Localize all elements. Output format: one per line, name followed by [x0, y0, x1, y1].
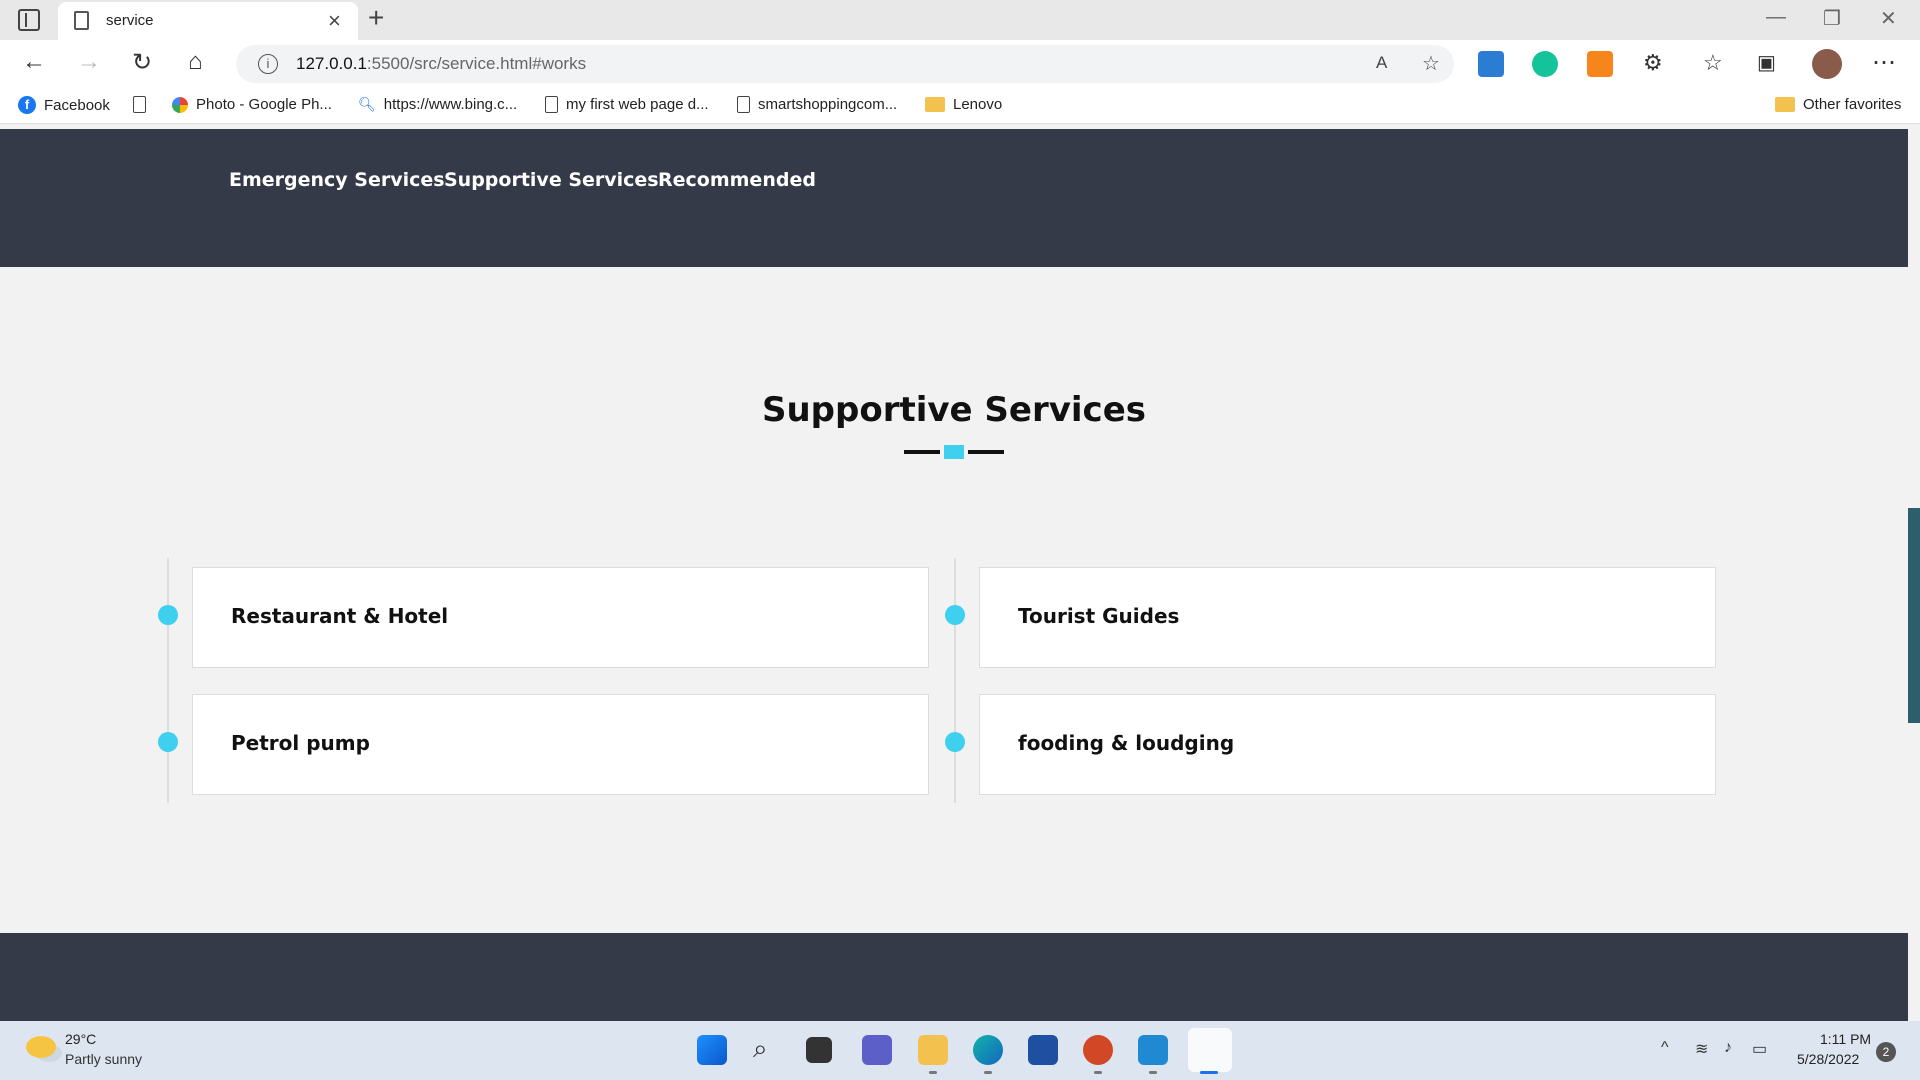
scrollbar-thumb[interactable]: [1908, 508, 1920, 723]
page-icon: [545, 96, 558, 113]
running-indicator: [984, 1071, 992, 1074]
volume-icon[interactable]: ♪: [1724, 1039, 1732, 1057]
page-icon: [133, 96, 146, 113]
timeline-bullet: [945, 732, 965, 752]
tab-strip: service × + — ❐ ✕: [0, 0, 1920, 40]
extension-icon[interactable]: [1478, 51, 1504, 77]
search-icon[interactable]: ⌕: [753, 1033, 768, 1065]
restore-button[interactable]: ❐: [1823, 6, 1841, 31]
grammarly-icon[interactable]: [1532, 51, 1558, 77]
timeline-bullet: [945, 605, 965, 625]
timeline-bullet: [158, 605, 178, 625]
bookmark-page[interactable]: [133, 96, 146, 113]
close-window-button[interactable]: ✕: [1880, 6, 1897, 31]
service-label: Restaurant & Hotel: [231, 604, 449, 628]
read-aloud-icon[interactable]: A: [1376, 53, 1387, 73]
service-label: fooding & loudging: [1018, 731, 1235, 755]
more-menu-icon[interactable]: ⋯: [1872, 48, 1896, 77]
bookmark-first-web-page[interactable]: my first web page d...: [545, 96, 709, 113]
bookmarks-bar: f Facebook Photo - Google Ph... 🔍︎ https:/…: [0, 88, 1920, 124]
active-tab[interactable]: service ×: [58, 2, 358, 40]
add-favorite-icon[interactable]: ☆: [1422, 51, 1440, 76]
store-icon[interactable]: [1028, 1035, 1058, 1065]
start-icon[interactable]: [697, 1035, 727, 1065]
back-button[interactable]: ←: [22, 48, 46, 76]
address-bar-row: ← → ↻ ⌂ i 127.0.0.1:5500/src/service.htm…: [0, 40, 1920, 88]
folder-icon: [925, 97, 945, 112]
new-tab-button[interactable]: +: [368, 2, 384, 34]
vscode-icon[interactable]: [1138, 1035, 1168, 1065]
bookmark-facebook[interactable]: f Facebook: [18, 96, 110, 114]
file-explorer-icon[interactable]: [918, 1035, 948, 1065]
service-card-petrol-pump[interactable]: Petrol pump: [192, 694, 929, 795]
bookmark-smartshopping[interactable]: smartshoppingcom...: [737, 96, 897, 113]
bookmark-lenovo[interactable]: Lenovo: [925, 96, 1002, 113]
snipping-tool-icon[interactable]: [1188, 1028, 1232, 1072]
minimize-button[interactable]: —: [1766, 6, 1786, 29]
running-indicator: [929, 1071, 937, 1074]
task-view-icon[interactable]: [806, 1037, 832, 1063]
service-card-restaurant-hotel[interactable]: Restaurant & Hotel: [192, 567, 929, 668]
page-icon: [737, 96, 750, 113]
notification-badge[interactable]: 2: [1876, 1042, 1896, 1062]
timeline-line-right: [954, 558, 956, 803]
nav-supportive-services[interactable]: Supportive Services: [444, 169, 659, 191]
bookmark-bing[interactable]: 🔍︎ https://www.bing.c...: [358, 96, 517, 113]
service-label: Petrol pump: [231, 731, 370, 755]
tab-title: service: [106, 12, 154, 29]
timeline-bullet: [158, 732, 178, 752]
avatar[interactable]: [1812, 49, 1842, 79]
other-favorites[interactable]: Other favorites: [1775, 96, 1901, 113]
battery-icon[interactable]: ▭: [1752, 1039, 1767, 1059]
weather-icon[interactable]: [26, 1036, 56, 1058]
nav-emergency-services[interactable]: Emergency Services: [229, 169, 445, 191]
folder-icon: [1775, 97, 1795, 112]
weather-temperature[interactable]: 29°C: [65, 1031, 96, 1047]
title-divider-dot: [944, 445, 964, 459]
site-footer: [0, 933, 1908, 1021]
teams-icon[interactable]: [862, 1035, 892, 1065]
facebook-icon: f: [18, 96, 36, 114]
search-icon: 🔍︎: [358, 96, 376, 112]
info-icon[interactable]: i: [258, 54, 278, 74]
wifi-icon[interactable]: ≋: [1695, 1039, 1708, 1059]
clock-date[interactable]: 5/28/2022: [1797, 1051, 1859, 1067]
active-indicator: [1200, 1071, 1218, 1074]
metamask-icon[interactable]: [1587, 51, 1613, 77]
site-navbar: Emergency Services Supportive Services R…: [0, 129, 1908, 267]
weather-description[interactable]: Partly sunny: [65, 1051, 142, 1067]
section-title: Supportive Services: [761, 390, 1147, 430]
chevron-up-icon[interactable]: ^: [1661, 1039, 1669, 1057]
bookmark-google-photos[interactable]: Photo - Google Ph...: [172, 96, 332, 113]
running-indicator: [1094, 1071, 1102, 1074]
service-label: Tourist Guides: [1018, 604, 1180, 628]
title-divider-left: [904, 450, 940, 454]
favorites-icon[interactable]: ☆: [1703, 50, 1723, 76]
tab-actions-icon[interactable]: [18, 9, 40, 31]
powerpoint-icon[interactable]: [1083, 1035, 1113, 1065]
page-icon: [74, 11, 89, 30]
refresh-button[interactable]: ↻: [132, 48, 152, 77]
close-tab-icon[interactable]: ×: [328, 8, 341, 34]
timeline-line-left: [167, 558, 169, 803]
title-divider-right: [968, 450, 1004, 454]
running-indicator: [1149, 1071, 1157, 1074]
url-field[interactable]: i 127.0.0.1:5500/src/service.html#works …: [236, 45, 1454, 83]
photos-icon: [172, 96, 188, 113]
extensions-icon[interactable]: ⚙: [1643, 50, 1663, 76]
edge-icon[interactable]: [973, 1035, 1003, 1065]
url-text: 127.0.0.1:5500/src/service.html#works: [296, 54, 587, 73]
collections-icon[interactable]: ▣: [1757, 50, 1776, 75]
home-button[interactable]: ⌂: [188, 48, 203, 76]
service-card-fooding-loudging[interactable]: fooding & loudging: [979, 694, 1716, 795]
forward-button[interactable]: →: [77, 48, 101, 76]
service-card-tourist-guides[interactable]: Tourist Guides: [979, 567, 1716, 668]
taskbar: 29°C Partly sunny ⌕ ^ ≋ ♪ ▭ 1:11 PM 5/28…: [0, 1021, 1920, 1080]
nav-recommended[interactable]: Recommended: [658, 169, 816, 191]
clock-time[interactable]: 1:11 PM: [1820, 1031, 1871, 1047]
